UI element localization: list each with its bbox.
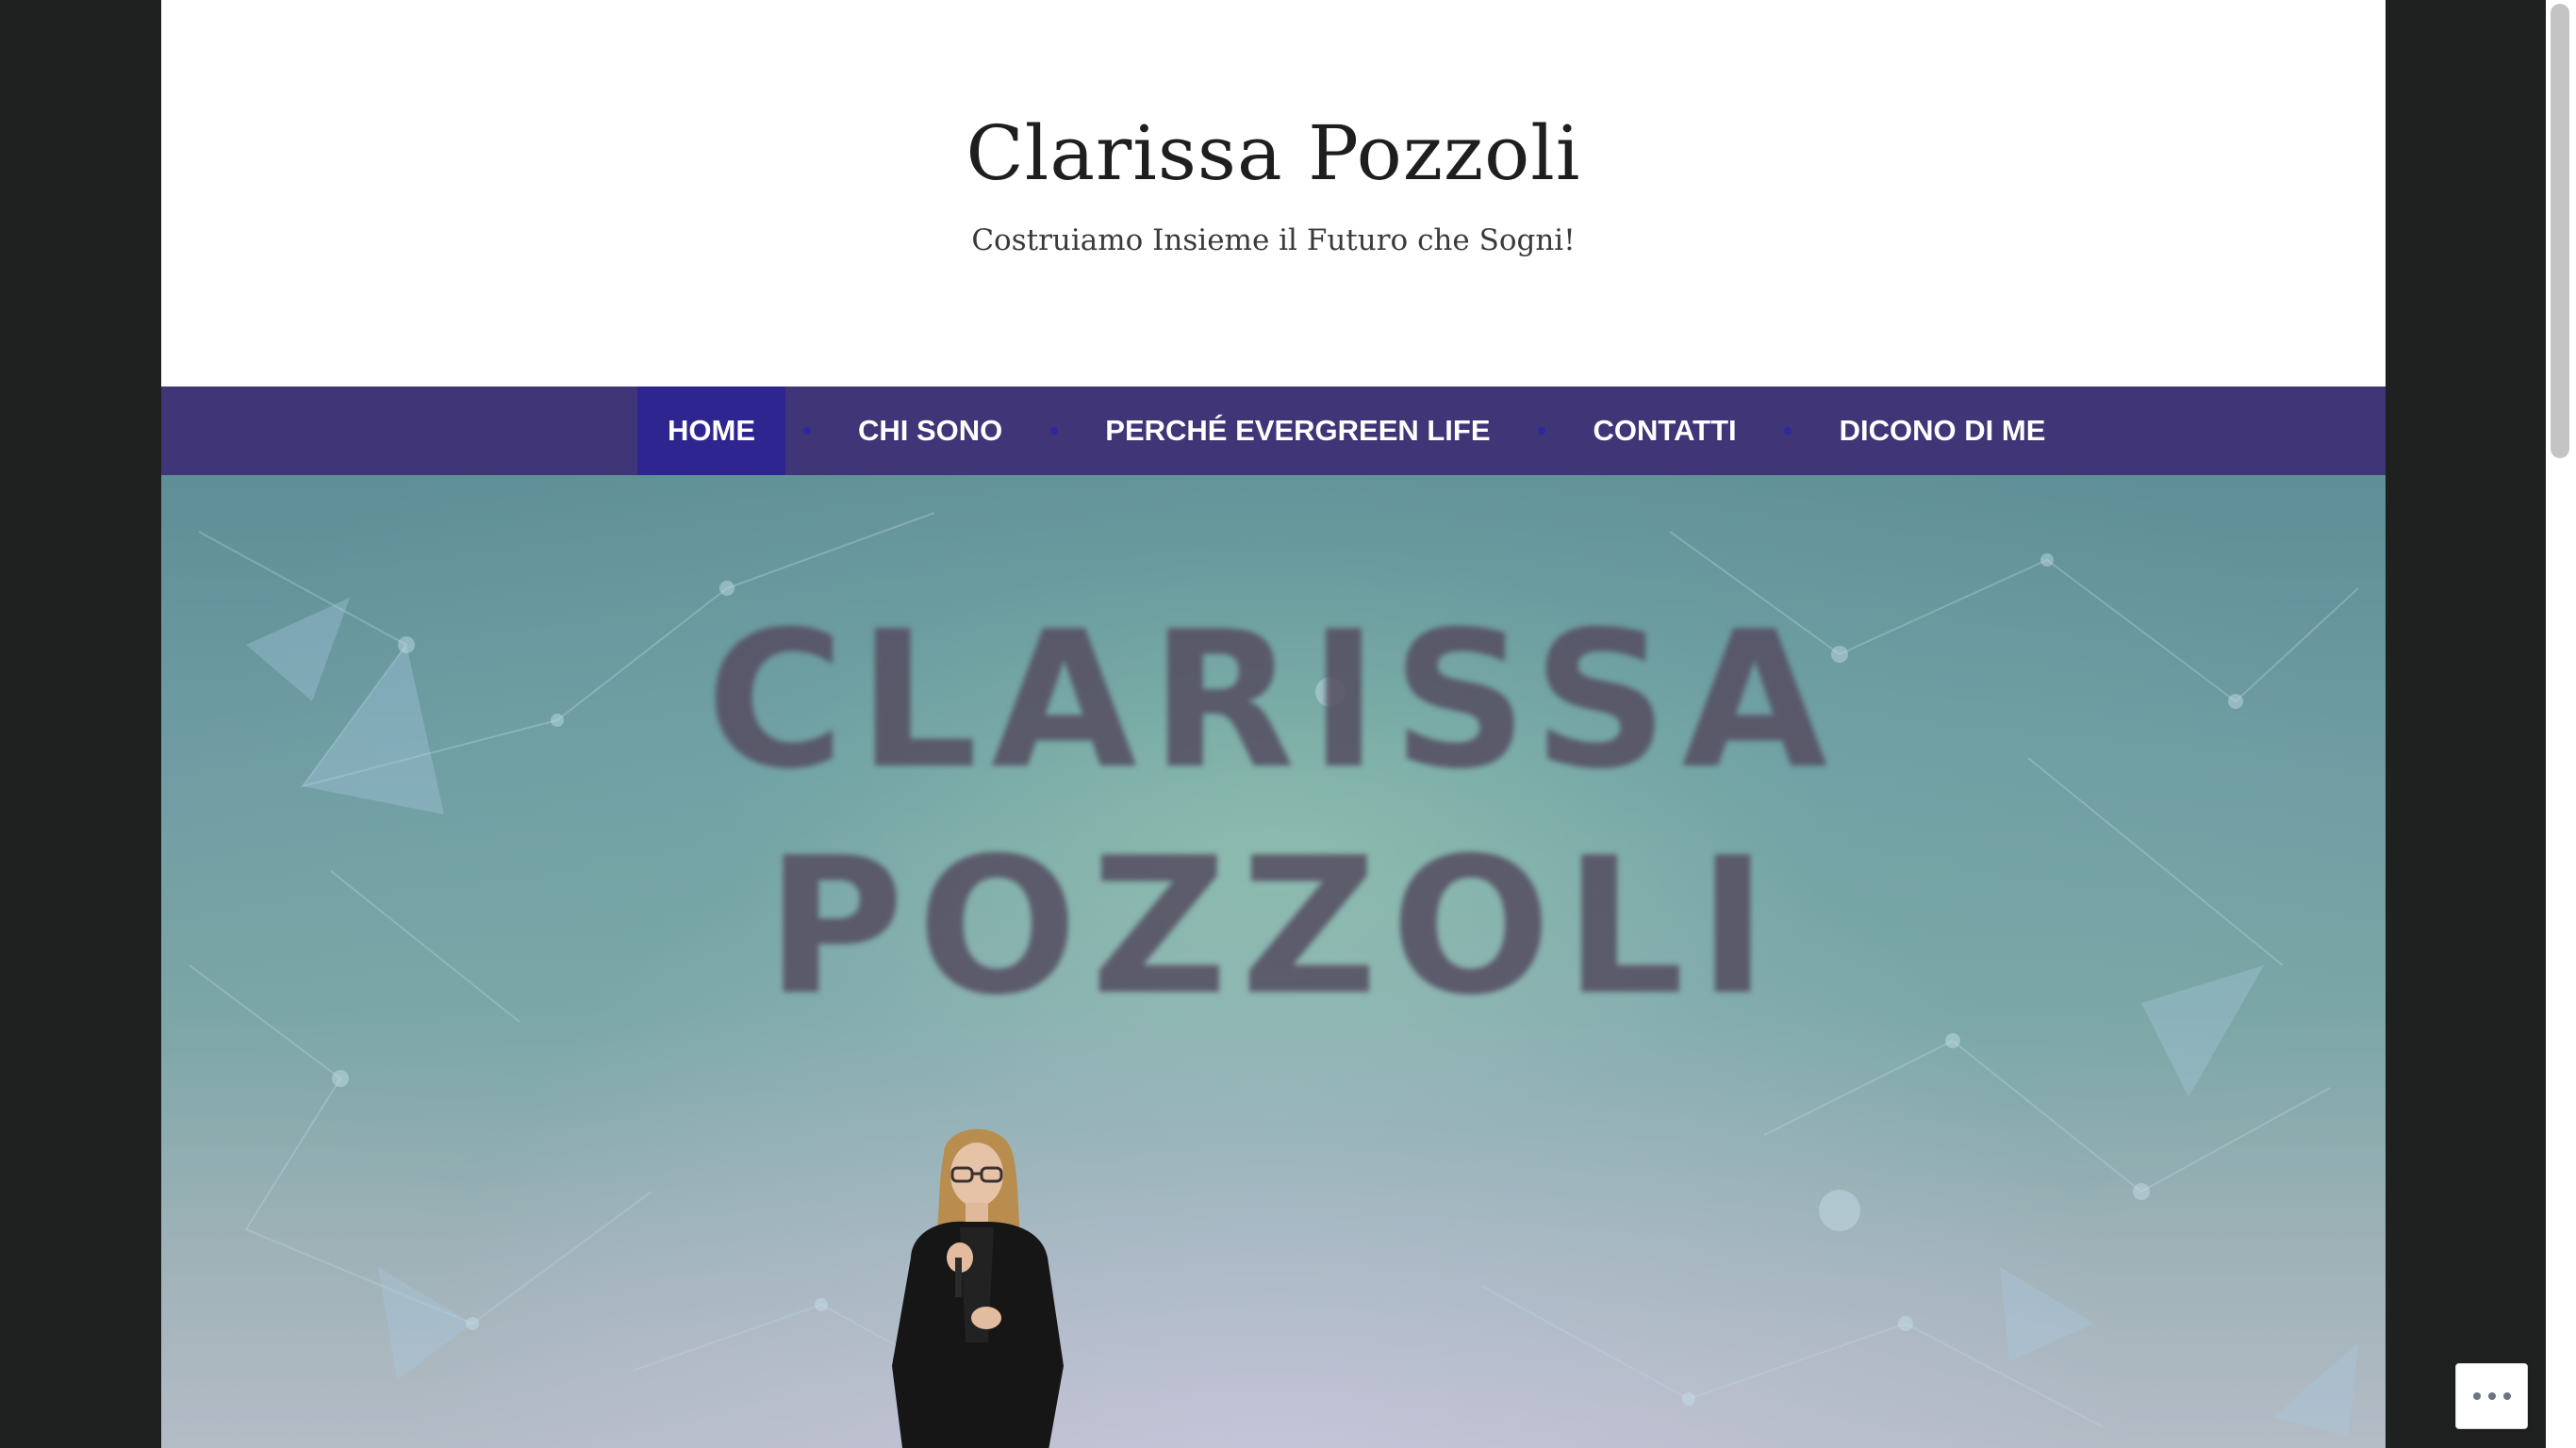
browser-viewport: Clarissa Pozzoli Costruiamo Insieme il F… <box>0 0 2576 1448</box>
nav-separator-dot <box>1767 387 1809 475</box>
more-horizontal-icon-dot <box>2502 1392 2511 1400</box>
scrollbar-thumb[interactable] <box>2551 4 2569 458</box>
site-tagline: Costruiamo Insieme il Futuro che Sogni! <box>971 223 1576 257</box>
more-horizontal-icon <box>2472 1392 2481 1400</box>
nav-item-home[interactable]: HOME <box>637 387 785 475</box>
page-scrollbar[interactable] <box>2546 0 2576 1448</box>
more-options-button[interactable] <box>2455 1363 2528 1429</box>
nav-item-perche-evergreen-life[interactable]: PERCHÉ EVERGREEN LIFE <box>1075 387 1520 475</box>
nav-separator-dot <box>1521 387 1563 475</box>
site-header: Clarissa Pozzoli Costruiamo Insieme il F… <box>161 0 2386 387</box>
hero-banner-text: CLARISSA POZZOLI <box>161 588 2386 1041</box>
nav-menu: HOME CHI SONO PERCHÉ EVERGREEN LIFE CONT… <box>637 387 2075 475</box>
nav-separator-dot <box>1032 387 1075 475</box>
more-horizontal-icon-dot <box>2487 1392 2496 1400</box>
main-navigation: HOME CHI SONO PERCHÉ EVERGREEN LIFE CONT… <box>161 387 2386 475</box>
nav-item-contatti[interactable]: CONTATTI <box>1563 387 1767 475</box>
hero-image: CLARISSA POZZOLI <box>161 475 2386 1448</box>
hero-banner-line-1: CLARISSA <box>705 591 1841 811</box>
hero-banner-line-2: POZZOLI <box>766 817 1781 1037</box>
site-title[interactable]: Clarissa Pozzoli <box>161 102 2386 206</box>
nav-item-dicono-di-me[interactable]: DICONO DI ME <box>1809 387 2076 475</box>
speaker-figure <box>892 1128 1064 1448</box>
nav-separator-dot <box>785 387 828 475</box>
nav-item-chi-sono[interactable]: CHI SONO <box>828 387 1032 475</box>
page-container: Clarissa Pozzoli Costruiamo Insieme il F… <box>161 0 2386 1448</box>
